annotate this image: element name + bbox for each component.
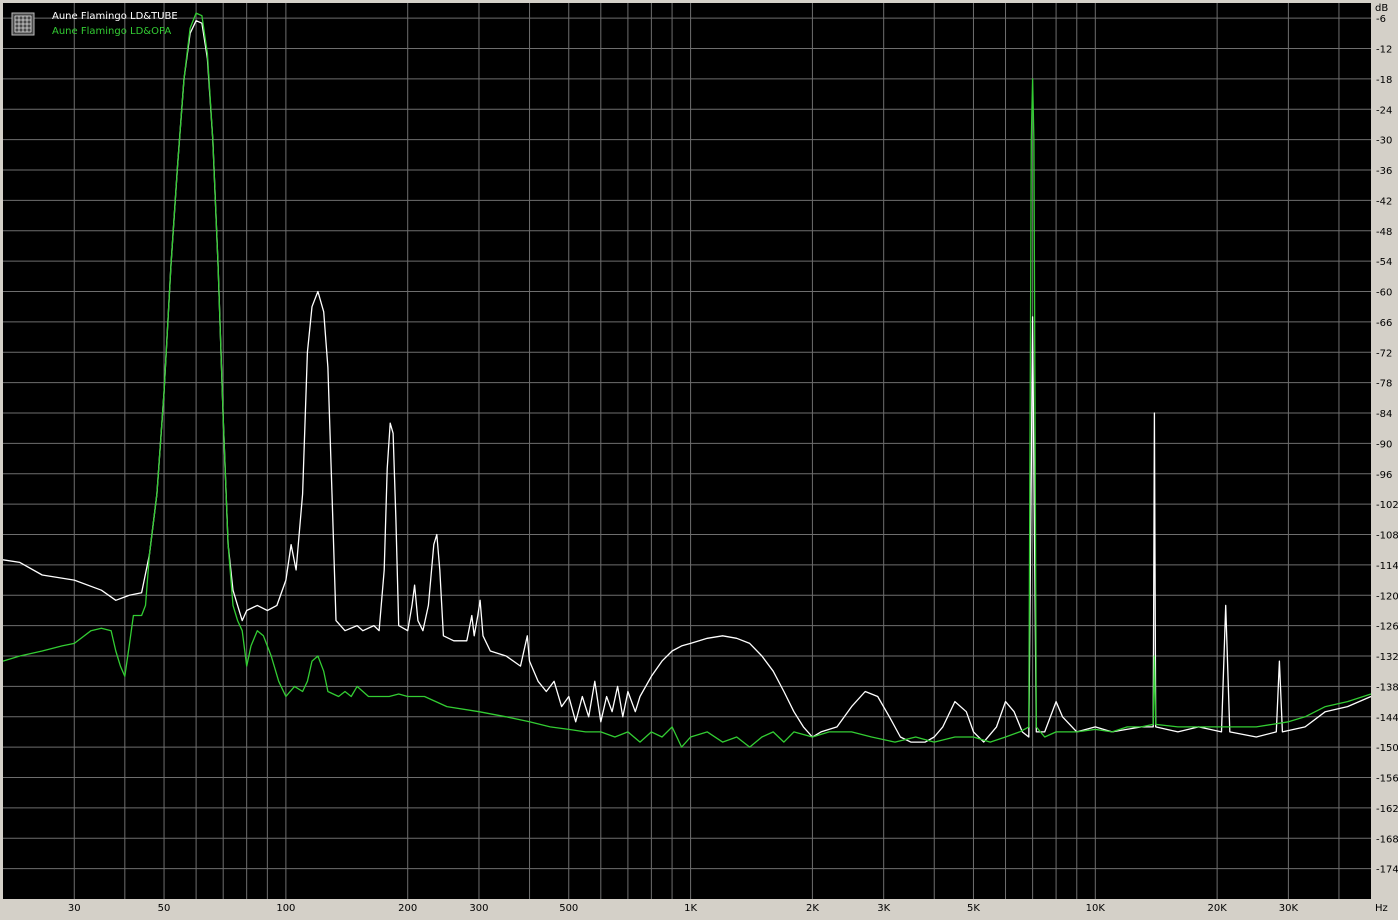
y-tick-label: -114	[1376, 561, 1398, 572]
y-tick-label: -48	[1376, 227, 1392, 238]
legend-entry-0: Aune Flamingo LD&TUBE	[52, 11, 178, 22]
y-tick-label: -78	[1376, 379, 1392, 390]
y-tick-label: -132	[1376, 652, 1398, 663]
plot-area	[3, 3, 1371, 899]
y-tick-label: -162	[1376, 804, 1398, 815]
y-tick-label: -150	[1376, 743, 1398, 754]
y-tick-label: -12	[1376, 45, 1392, 56]
spectrum-chart-svg: -6 -12 -18 -24 -30 -36 -42 -48 -54 -60 -66 -72 -78 -8…	[0, 0, 1398, 916]
y-tick-label: -6	[1376, 14, 1386, 25]
y-tick-label: -30	[1376, 136, 1392, 147]
y-tick-label: -66	[1376, 318, 1392, 329]
legend-entry-1: Aune Flamingo LD&OPA	[52, 26, 171, 37]
x-tick-label: 200	[398, 903, 417, 914]
spectrum-chart: -6 -12 -18 -24 -30 -36 -42 -48 -54 -60 -66 -72 -78 -8…	[0, 0, 1398, 916]
y-tick-label: -156	[1376, 774, 1398, 785]
x-axis-unit: Hz	[1375, 903, 1388, 914]
y-tick-label: -60	[1376, 288, 1392, 299]
y-tick-label: -90	[1376, 439, 1392, 450]
y-tick-label: -18	[1376, 75, 1392, 86]
y-tick-label: -96	[1376, 470, 1392, 481]
y-tick-label: -168	[1376, 834, 1398, 845]
y-tick-label: -84	[1376, 409, 1392, 420]
x-tick-label: 20K	[1207, 903, 1227, 914]
x-tick-label: 100	[276, 903, 295, 914]
y-tick-label: -42	[1376, 196, 1392, 207]
y-tick-label: -126	[1376, 622, 1398, 633]
y-tick-label: -120	[1376, 591, 1398, 602]
y-axis-unit: dB	[1375, 3, 1388, 14]
x-tick-label: 2K	[806, 903, 819, 914]
x-tick-label: 50	[158, 903, 171, 914]
y-tick-label: -102	[1376, 500, 1398, 511]
y-tick-label: -108	[1376, 531, 1398, 542]
y-tick-label: -24	[1376, 105, 1392, 116]
y-tick-label: -36	[1376, 166, 1392, 177]
x-tick-label: 300	[469, 903, 488, 914]
y-tick-label: -72	[1376, 348, 1392, 359]
x-tick-label: 10K	[1086, 903, 1106, 914]
y-tick-label: -138	[1376, 682, 1398, 693]
x-tick-label: 30K	[1279, 903, 1299, 914]
x-tick-label: 3K	[877, 903, 890, 914]
x-tick-label: 500	[559, 903, 578, 914]
x-tick-label: 30	[68, 903, 81, 914]
x-tick-label: 1K	[684, 903, 697, 914]
x-tick-label: 5K	[967, 903, 980, 914]
y-tick-label: -174	[1376, 865, 1398, 876]
y-tick-label: -144	[1376, 713, 1398, 724]
y-tick-label: -54	[1376, 257, 1392, 268]
